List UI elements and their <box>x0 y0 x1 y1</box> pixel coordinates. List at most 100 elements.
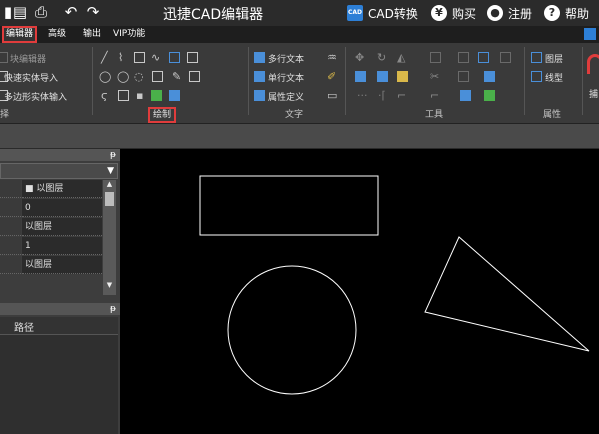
pin-icon[interactable]: ᵽ <box>110 149 116 161</box>
ellipse-icon[interactable] <box>152 71 163 82</box>
ribbon-separator <box>92 47 93 115</box>
attdef-icon <box>254 90 265 101</box>
property-value-layer[interactable]: 0 <box>22 199 102 217</box>
single-text-button[interactable]: 单行文本 <box>268 71 304 84</box>
cad-convert-button[interactable]: CAD CAD转换 <box>347 4 418 22</box>
command-strip <box>0 124 599 149</box>
mtext-button[interactable]: 多行文本 <box>268 52 304 65</box>
drawing-canvas[interactable] <box>120 149 599 434</box>
trim-icon[interactable] <box>500 52 511 63</box>
ribbon-separator <box>248 47 249 115</box>
linetype-button[interactable]: 线型 <box>545 71 563 84</box>
polyline-icon[interactable]: ⌇ <box>118 52 123 63</box>
entity-type-select[interactable]: ▼ <box>0 163 118 179</box>
gradient-icon[interactable] <box>118 90 129 101</box>
flag-icon[interactable] <box>584 28 596 40</box>
break-icon[interactable]: ··· <box>357 90 368 101</box>
snap-label[interactable]: 捕 <box>589 87 598 100</box>
property-name-cell[interactable] <box>0 218 21 236</box>
extend-icon[interactable] <box>460 90 471 101</box>
circle-shape[interactable] <box>227 265 357 395</box>
cad-convert-label: CAD转换 <box>368 6 418 21</box>
property-value-lineweight[interactable]: 以图层 <box>22 256 102 274</box>
mirror-icon[interactable]: ◭ <box>397 52 405 63</box>
layer-icon <box>531 52 542 63</box>
stretch-icon[interactable] <box>484 90 495 101</box>
arc-icon[interactable]: ◌ <box>134 71 144 82</box>
chamfer-icon[interactable]: ⌐ <box>430 90 439 101</box>
offset-icon[interactable] <box>458 52 469 63</box>
scroll-down-icon[interactable]: ▼ <box>103 281 116 289</box>
quick-entity-import-button[interactable]: 快速实体导入 <box>4 71 58 84</box>
text-icon <box>254 71 265 82</box>
text-style-icon[interactable]: ♒ <box>327 52 337 63</box>
tab-output[interactable]: 输出 <box>83 28 101 41</box>
polygon-entity-input-button[interactable]: 多边形实体输入 <box>4 90 67 103</box>
property-value-scale[interactable]: 1 <box>22 237 102 255</box>
property-name-cell[interactable] <box>0 180 21 198</box>
pin-icon[interactable]: ᵽ <box>110 303 116 315</box>
scroll-up-icon[interactable]: ▲ <box>103 180 116 188</box>
property-name-cell[interactable] <box>0 199 21 217</box>
tab-vip[interactable]: VIP功能 <box>113 28 145 41</box>
purchase-button[interactable]: ¥ 购买 <box>431 4 476 22</box>
hatch-icon[interactable] <box>187 52 198 63</box>
help-icon: ? <box>544 5 560 21</box>
property-value-color[interactable]: ■ 以图层 <box>22 180 102 198</box>
layer-button[interactable]: 图层 <box>545 52 563 65</box>
color-picker-icon[interactable] <box>397 71 408 82</box>
undo-icon[interactable]: ↶ <box>63 4 79 20</box>
rectangle-icon[interactable] <box>134 52 145 63</box>
left-panel: ᵽ ▼ ■ 以图层 0 以图层 1 以图层 ▲ ▼ ᵽ 路径 <box>0 149 120 434</box>
text-find-icon[interactable]: ▭ <box>327 90 337 101</box>
circle-3p-icon[interactable]: ◯ <box>117 71 129 82</box>
spline-icon[interactable]: ∿ <box>151 52 160 63</box>
fillet-icon[interactable]: ⌐ <box>397 90 406 101</box>
print-icon[interactable]: ⎙ <box>33 4 49 20</box>
property-value-linetype[interactable]: 以图层 <box>22 218 102 236</box>
move-icon[interactable]: ✥ <box>355 52 364 63</box>
join-icon[interactable]: ·⌈ <box>378 90 386 101</box>
properties-panel-header: ᵽ <box>0 149 120 161</box>
table-icon[interactable] <box>169 90 180 101</box>
rectangle-shape[interactable] <box>199 175 379 236</box>
redo-icon[interactable]: ↷ <box>85 4 101 20</box>
snap-magnet-icon[interactable] <box>587 54 599 74</box>
measure-icon[interactable] <box>355 71 366 82</box>
register-button[interactable]: ● 注册 <box>487 4 532 22</box>
tab-editor[interactable]: 编辑器 <box>2 26 38 43</box>
drawing-svg[interactable] <box>120 149 599 434</box>
array-icon[interactable] <box>478 52 489 63</box>
save-icon[interactable]: ▤ <box>12 4 28 20</box>
help-button[interactable]: ? 帮助 <box>544 4 589 22</box>
explode-icon[interactable] <box>458 71 469 82</box>
sketch-icon[interactable]: ϛ <box>101 90 107 101</box>
group-icon[interactable] <box>484 71 495 82</box>
line-icon[interactable]: ╱ <box>101 52 108 63</box>
draw-group-label: 绘制 <box>148 107 177 123</box>
properties-grid: ■ 以图层 0 以图层 1 以图层 <box>0 180 118 310</box>
property-name-cell[interactable] <box>0 237 21 255</box>
ribbon: 块编辑器 快速实体导入 多边形实体输入 择 ╱ ⌇ ∿ ◯ ◯ ◌ ✎ ϛ ▪ … <box>0 43 599 124</box>
property-name-cell[interactable] <box>0 256 21 274</box>
circle-icon[interactable]: ◯ <box>99 71 111 82</box>
text-edit-icon[interactable]: ✐ <box>327 71 336 82</box>
dimension-icon[interactable] <box>377 71 388 82</box>
region-icon[interactable] <box>189 71 200 82</box>
explorer-list[interactable] <box>0 335 118 434</box>
ribbon-separator <box>345 47 346 115</box>
explorer-panel-header: ᵽ <box>0 303 120 315</box>
attribute-define-button[interactable]: 属性定义 <box>268 90 304 103</box>
scale-icon[interactable]: ✂ <box>430 71 439 82</box>
image-icon[interactable] <box>151 90 162 101</box>
pen-icon[interactable]: ✎ <box>172 71 181 82</box>
triangle-shape[interactable] <box>424 236 590 352</box>
copy-icon[interactable] <box>430 52 441 63</box>
block-insert-icon[interactable] <box>169 52 180 63</box>
block-editor-button[interactable]: 块编辑器 <box>10 52 46 65</box>
rotate-icon[interactable]: ↻ <box>377 52 386 63</box>
tab-advanced[interactable]: 高级 <box>48 28 66 41</box>
properties-scrollbar[interactable]: ▲ ▼ <box>103 180 116 295</box>
point-icon[interactable]: ▪ <box>136 90 143 101</box>
scroll-thumb[interactable] <box>105 192 114 206</box>
